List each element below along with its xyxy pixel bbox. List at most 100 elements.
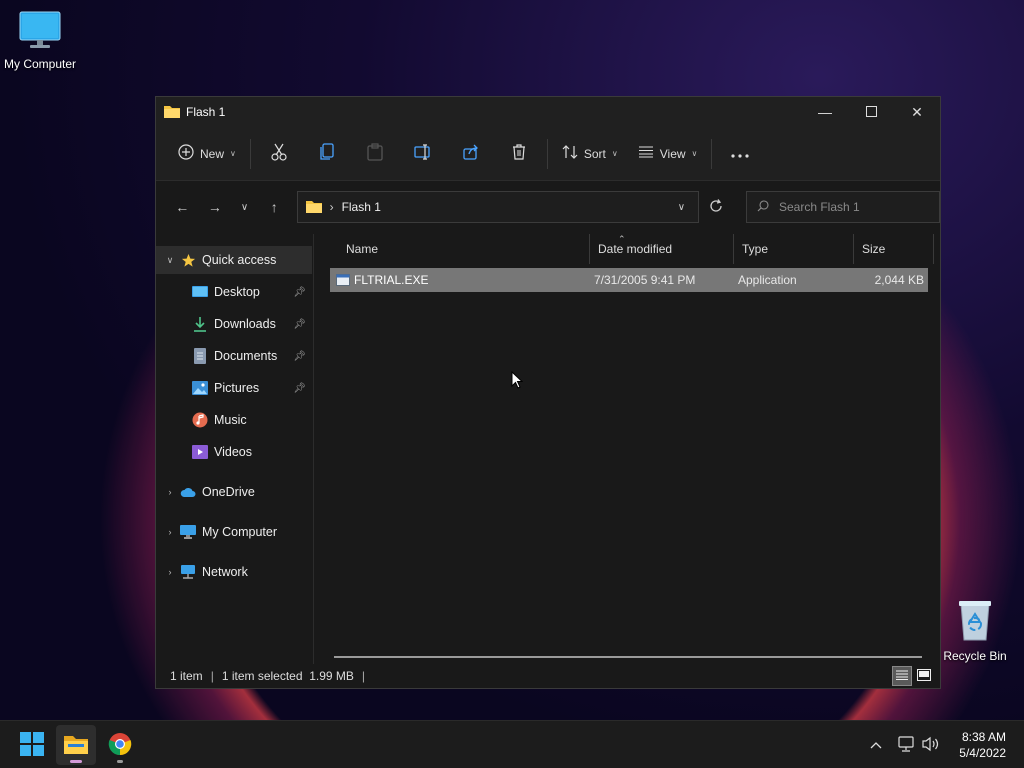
search-icon bbox=[757, 199, 769, 215]
desktop-icon-recycle-bin[interactable]: Recycle Bin bbox=[935, 598, 1015, 663]
more-options-button[interactable] bbox=[716, 138, 764, 170]
search-input[interactable]: Search Flash 1 bbox=[745, 191, 941, 223]
file-size: 2,044 KB bbox=[874, 273, 924, 287]
horizontal-scrollbar[interactable] bbox=[334, 656, 922, 658]
nav-item-label: Videos bbox=[214, 445, 252, 459]
taskbar-file-explorer[interactable] bbox=[56, 725, 96, 765]
nav-item-quick-access[interactable]: ∨ Quick access bbox=[156, 246, 312, 274]
volume-button[interactable] bbox=[922, 721, 940, 768]
share-icon bbox=[463, 144, 479, 163]
column-header-label: Date modified bbox=[598, 242, 673, 256]
start-button[interactable] bbox=[12, 725, 52, 765]
paste-button[interactable] bbox=[351, 138, 399, 170]
minimize-button[interactable]: — bbox=[802, 97, 848, 127]
column-header-name[interactable]: Name bbox=[338, 234, 590, 264]
sort-icon bbox=[562, 145, 578, 162]
list-view-icon bbox=[638, 146, 654, 161]
folder-icon bbox=[305, 199, 322, 216]
monitor-icon bbox=[0, 10, 80, 53]
up-button[interactable]: ↑ bbox=[258, 192, 291, 222]
scissors-icon bbox=[271, 143, 287, 164]
copy-button[interactable] bbox=[303, 138, 351, 170]
pin-icon: 📌︎ bbox=[293, 382, 306, 394]
column-header-type[interactable]: Type bbox=[734, 234, 854, 264]
chevron-down-icon: ∨ bbox=[677, 201, 686, 213]
share-button[interactable] bbox=[447, 138, 495, 170]
large-icons-view-button[interactable] bbox=[914, 666, 934, 686]
nav-item-label: Quick access bbox=[202, 253, 277, 267]
network-status-button[interactable] bbox=[898, 721, 916, 768]
nav-item-documents[interactable]: Documents 📌︎ bbox=[156, 342, 312, 370]
toolbar-divider bbox=[711, 138, 713, 169]
more-icon bbox=[731, 147, 750, 161]
forward-button[interactable]: → bbox=[199, 192, 232, 222]
recycle-bin-icon bbox=[935, 598, 1015, 645]
nav-item-videos[interactable]: Videos bbox=[156, 438, 312, 466]
desktop-icon-label: Recycle Bin bbox=[943, 649, 1007, 663]
breadcrumb-item[interactable]: Flash 1 bbox=[342, 200, 381, 214]
video-icon bbox=[192, 444, 208, 460]
status-divider: | bbox=[361, 669, 366, 683]
show-hidden-icons-button[interactable] bbox=[870, 721, 882, 768]
address-dropdown-button[interactable]: ∨ bbox=[664, 202, 698, 213]
back-button[interactable]: ← bbox=[166, 192, 199, 222]
address-bar[interactable]: › Flash 1 ∨ bbox=[296, 191, 700, 223]
nav-item-label: Downloads bbox=[214, 317, 276, 331]
nav-item-network[interactable]: › Network bbox=[156, 558, 312, 586]
chevron-right-icon: › bbox=[329, 200, 334, 214]
maximize-button[interactable] bbox=[848, 97, 894, 127]
chrome-icon bbox=[108, 732, 132, 759]
pin-icon: 📌︎ bbox=[293, 286, 306, 298]
delete-button[interactable] bbox=[495, 138, 543, 170]
minimize-icon: — bbox=[818, 104, 832, 120]
nav-item-pictures[interactable]: Pictures 📌︎ bbox=[156, 374, 312, 402]
column-header-size[interactable]: Size bbox=[854, 234, 934, 264]
status-item-count: 1 item bbox=[170, 669, 203, 683]
chevron-down-icon: ∨ bbox=[611, 149, 618, 158]
file-list: Name ⌃ Date modified Type Size FLTRIAL.E… bbox=[316, 234, 940, 664]
pictures-icon bbox=[192, 380, 208, 396]
file-type: Application bbox=[738, 273, 797, 287]
address-row: ← → ∨ ↑ › Flash 1 ∨ Search Flash 1 bbox=[156, 181, 941, 233]
rename-icon bbox=[414, 144, 432, 163]
column-headers: Name ⌃ Date modified Type Size bbox=[316, 234, 936, 264]
nav-item-label: OneDrive bbox=[202, 485, 255, 499]
nav-item-music[interactable]: Music bbox=[156, 406, 312, 434]
pin-icon: 📌︎ bbox=[293, 350, 306, 362]
title-bar[interactable]: Flash 1 — ✕ bbox=[156, 97, 940, 127]
nav-item-my-computer[interactable]: › My Computer bbox=[156, 518, 312, 546]
nav-item-onedrive[interactable]: › OneDrive bbox=[156, 478, 312, 506]
desktop-icon-my-computer[interactable]: My Computer bbox=[0, 10, 80, 71]
view-button[interactable]: View ∨ bbox=[628, 138, 708, 170]
large-icons-view-icon bbox=[917, 668, 931, 684]
clock[interactable]: 8:38 AM 5/4/2022 bbox=[959, 729, 1006, 761]
clock-time: 8:38 AM bbox=[961, 730, 1006, 744]
new-button[interactable]: New ∨ bbox=[168, 138, 246, 170]
file-row[interactable]: FLTRIAL.EXE 7/31/2005 9:41 PM Applicatio… bbox=[330, 268, 928, 292]
application-icon bbox=[336, 268, 350, 292]
details-view-button[interactable] bbox=[892, 666, 912, 686]
recent-locations-button[interactable]: ∨ bbox=[231, 192, 258, 222]
close-button[interactable]: ✕ bbox=[894, 97, 940, 127]
plus-circle-icon bbox=[178, 144, 194, 163]
nav-item-label: Pictures bbox=[214, 381, 260, 395]
pin-icon: 📌︎ bbox=[293, 318, 306, 330]
cut-button[interactable] bbox=[255, 138, 303, 170]
star-icon bbox=[180, 252, 196, 268]
rename-button[interactable] bbox=[399, 138, 447, 170]
nav-item-desktop[interactable]: Desktop 📌︎ bbox=[156, 278, 312, 306]
column-header-date-modified[interactable]: Date modified bbox=[590, 234, 734, 264]
chevron-right-icon: › bbox=[168, 567, 172, 577]
nav-item-downloads[interactable]: Downloads 📌︎ bbox=[156, 310, 312, 338]
taskbar-chrome[interactable] bbox=[100, 725, 140, 765]
navigation-pane: ∨ Quick access Desktop 📌︎ Downloads 📌︎ D… bbox=[156, 234, 314, 664]
file-name: FLTRIAL.EXE bbox=[354, 273, 429, 287]
chevron-up-icon bbox=[870, 738, 882, 752]
copy-icon bbox=[319, 143, 335, 164]
music-icon bbox=[192, 412, 208, 428]
trash-icon bbox=[511, 144, 527, 163]
nav-item-label: My Computer bbox=[202, 525, 278, 539]
refresh-button[interactable] bbox=[699, 191, 732, 223]
sort-button[interactable]: Sort ∨ bbox=[552, 138, 628, 170]
nav-item-label: Desktop bbox=[214, 285, 260, 299]
